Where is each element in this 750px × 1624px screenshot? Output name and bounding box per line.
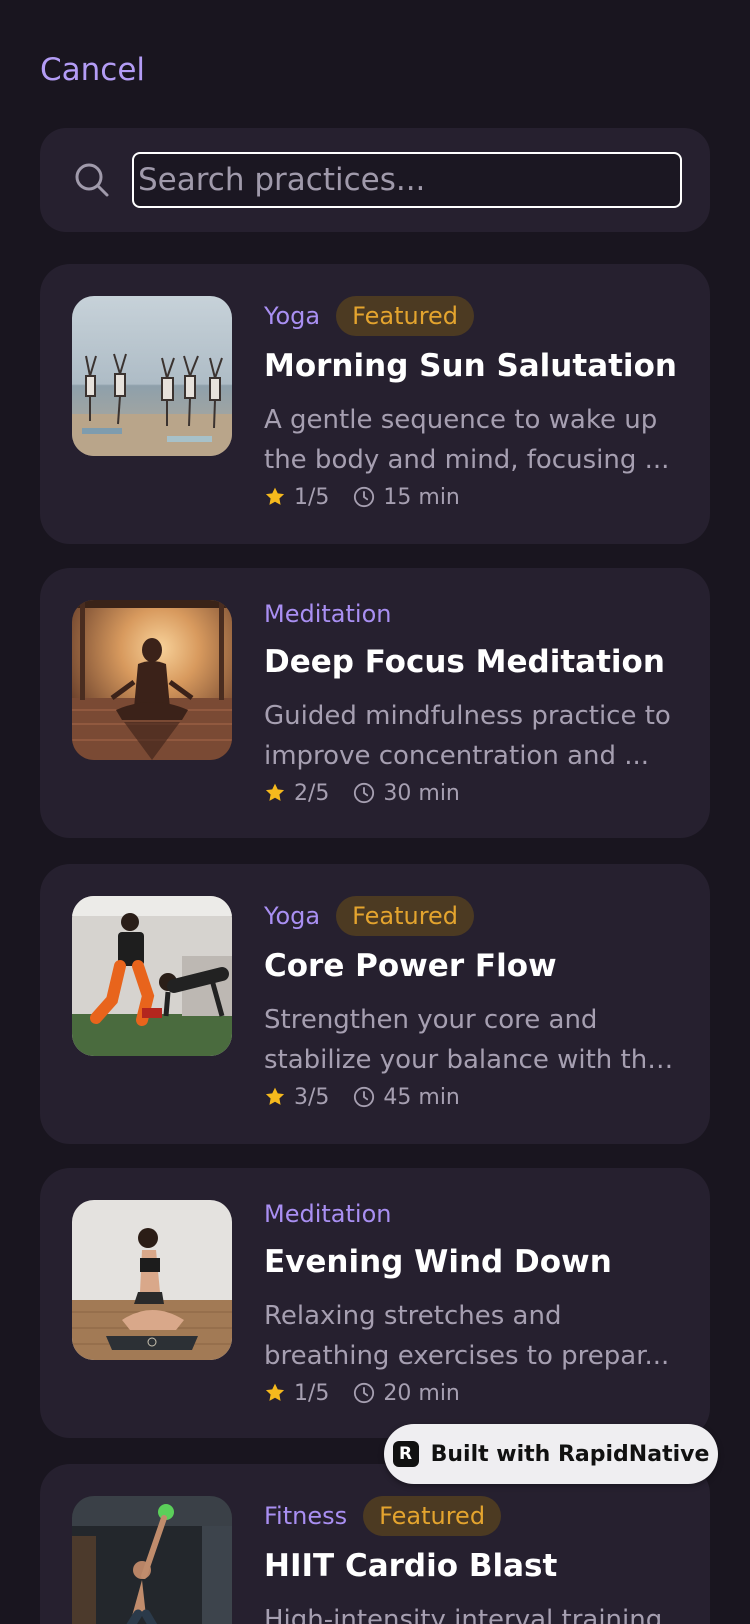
- duration-value: 45 min: [383, 1084, 460, 1110]
- built-with-label: Built with RapidNative: [430, 1441, 710, 1467]
- search-icon: [75, 163, 109, 197]
- star-icon: [265, 487, 285, 505]
- practice-tags: Yoga Featured: [264, 296, 475, 336]
- category-label: Yoga: [264, 902, 321, 930]
- clock-icon: [354, 1382, 375, 1404]
- search-bar: [40, 128, 710, 232]
- duration-value: 30 min: [383, 780, 460, 806]
- duration-value: 20 min: [383, 1380, 460, 1406]
- description-line: A gentle sequence to wake up: [264, 405, 658, 435]
- practice-title: Deep Focus Meditation: [264, 644, 665, 680]
- practice-description: Relaxing stretches and breathing exercis…: [264, 1296, 674, 1376]
- rating-value: 2/5: [294, 780, 330, 806]
- practice-description: A gentle sequence to wake up the body an…: [264, 400, 674, 480]
- search-input[interactable]: [132, 152, 682, 208]
- practice-thumbnail: [72, 1496, 232, 1624]
- featured-badge: Featured: [336, 896, 475, 936]
- practice-card[interactable]: Meditation Evening Wind Down Relaxing st…: [40, 1168, 710, 1438]
- clock-icon: [354, 782, 375, 804]
- beach-yoga-image: [72, 296, 232, 456]
- practice-tags: Meditation: [264, 1194, 391, 1234]
- featured-badge: Featured: [336, 296, 475, 336]
- rating-value: 1/5: [294, 1380, 330, 1406]
- star-icon: [265, 1383, 285, 1401]
- practice-tags: Fitness Featured: [264, 1496, 502, 1536]
- description-line: High-intensity interval training: [264, 1605, 663, 1624]
- description-line: Guided mindfulness practice to: [264, 701, 671, 731]
- practice-card[interactable]: Yoga Featured Morning Sun Salutation A g…: [40, 264, 710, 544]
- category-label: Meditation: [264, 1200, 392, 1228]
- practice-card[interactable]: Meditation Deep Focus Meditation Guided …: [40, 568, 710, 838]
- core-training-image: [72, 896, 232, 1056]
- practice-meta: 2/5 30 min: [264, 778, 460, 808]
- description-line: improve concentration and ...: [264, 741, 650, 771]
- practice-description: Guided mindfulness practice to improve c…: [264, 696, 674, 776]
- rapidnative-logo-icon: R: [392, 1441, 419, 1467]
- practice-card[interactable]: Yoga Featured Core Power Flow Strengthen…: [40, 864, 710, 1144]
- practice-tags: Meditation: [264, 594, 391, 634]
- sunset-meditation-image: [72, 600, 232, 760]
- clock-icon: [354, 1086, 375, 1108]
- cancel-button[interactable]: Cancel: [40, 52, 145, 88]
- practice-thumbnail: [72, 1200, 232, 1360]
- category-label: Yoga: [264, 302, 321, 330]
- rating-value: 1/5: [294, 484, 330, 510]
- clock-icon: [354, 486, 375, 508]
- category-label: Fitness: [264, 1502, 348, 1530]
- practice-title: HIIT Cardio Blast: [264, 1548, 558, 1584]
- practice-title: Core Power Flow: [264, 948, 557, 984]
- description-line: Relaxing stretches and: [264, 1301, 562, 1331]
- description-line: the body and mind, focusing ...: [264, 445, 670, 475]
- practice-thumbnail: [72, 296, 232, 456]
- practice-meta: 1/5 20 min: [264, 1378, 460, 1408]
- practice-meta: 3/5 45 min: [264, 1082, 460, 1112]
- search-practices-screen: Cancel Search practices... Yoga Featured…: [0, 0, 750, 1624]
- star-icon: [265, 1087, 285, 1105]
- gym-workout-image: [72, 1496, 232, 1624]
- seated-yoga-image: [72, 1200, 232, 1360]
- star-icon: [265, 783, 285, 801]
- practice-card[interactable]: Fitness Featured HIIT Cardio Blast High-…: [40, 1464, 710, 1624]
- built-with-rapidnative-badge[interactable]: R Built with RapidNative: [384, 1424, 718, 1484]
- description-line: breathing exercises to prepar...: [264, 1341, 670, 1371]
- practice-meta: 1/5 15 min: [264, 482, 460, 512]
- practice-title: Evening Wind Down: [264, 1244, 612, 1280]
- rating-value: 3/5: [294, 1084, 330, 1110]
- practice-thumbnail: [72, 896, 232, 1056]
- practice-thumbnail: [72, 600, 232, 760]
- description-line: stabilize your balance with thi...: [264, 1045, 674, 1075]
- practice-tags: Yoga Featured: [264, 896, 475, 936]
- featured-badge: Featured: [363, 1496, 502, 1536]
- practice-title: Morning Sun Salutation: [264, 348, 677, 384]
- practice-description: Strengthen your core and stabilize your …: [264, 1000, 674, 1080]
- practice-description: High-intensity interval training: [264, 1600, 674, 1624]
- category-label: Meditation: [264, 600, 392, 628]
- duration-value: 15 min: [383, 484, 460, 510]
- description-line: Strengthen your core and: [264, 1005, 598, 1035]
